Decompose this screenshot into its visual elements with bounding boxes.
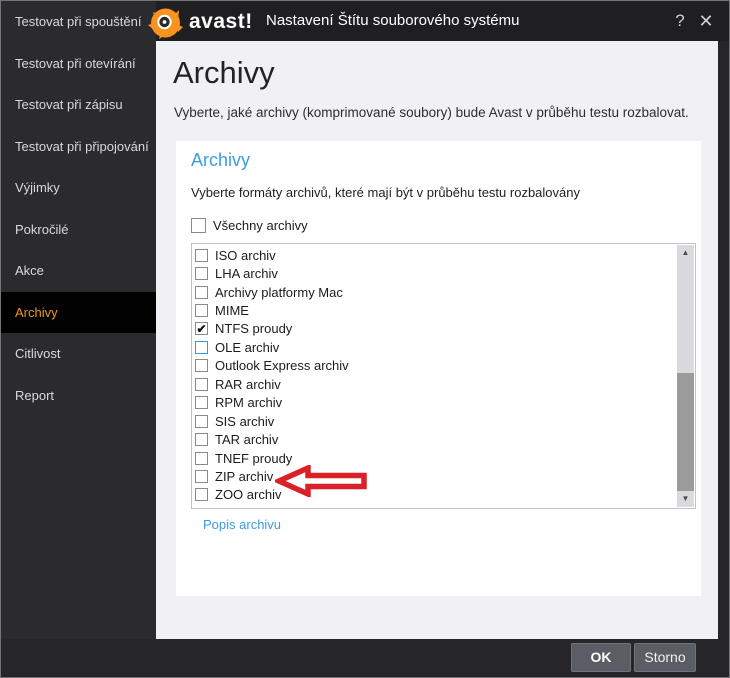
sidebar-item-akce[interactable]: Akce: [1, 250, 156, 292]
archive-checkbox[interactable]: [195, 488, 208, 502]
sidebar-item-pokro-il-[interactable]: Pokročilé: [1, 209, 156, 251]
archive-row[interactable]: TAR archiv: [195, 430, 675, 448]
archive-checkbox[interactable]: [195, 396, 208, 410]
sidebar-item-testovat-p-i-otev-r-n-[interactable]: Testovat při otevírání: [1, 43, 156, 85]
archive-checkbox[interactable]: [195, 248, 208, 262]
archive-label: ZOO archiv: [215, 487, 282, 503]
select-all-checkbox[interactable]: [191, 218, 206, 233]
archive-label: SIS archiv: [215, 413, 275, 429]
panel-title: Archivy: [191, 150, 251, 170]
archive-row[interactable]: LHA archiv: [195, 264, 675, 282]
avast-logo-icon: avast!: [145, 3, 253, 41]
settings-window: Testovat při spouštění Testovat při oteví…: [0, 0, 730, 678]
archive-row[interactable]: Archivy platformy Mac: [195, 283, 675, 301]
title-bar: avast! Nastavení Štítu souborového systé…: [148, 1, 729, 41]
page-description: Vyberte, jaké archivy (komprimované soub…: [174, 105, 689, 120]
archive-label: RPM archiv: [215, 395, 283, 411]
archive-row[interactable]: Outlook Express archiv: [195, 357, 675, 375]
archive-row[interactable]: RPM archiv: [195, 394, 675, 412]
sidebar-item-archivy[interactable]: Archivy: [1, 291, 156, 333]
archive-row[interactable]: TNEF proudy: [195, 449, 675, 467]
archive-label: MIME: [215, 303, 249, 319]
sidebar-item-testovat-p-i-p-ipojov-n-[interactable]: Testovat při připojování: [1, 126, 156, 168]
archive-label: Archivy platformy Mac: [215, 284, 343, 300]
scroll-up-icon[interactable]: ▲: [677, 245, 694, 261]
archive-checkbox[interactable]: [195, 451, 208, 465]
archive-listbox[interactable]: ISO archiv LHA archiv Archivy platformy Ma…: [191, 243, 696, 509]
archive-checkbox[interactable]: [195, 285, 208, 299]
archive-list: ISO archiv LHA archiv Archivy platformy Ma…: [195, 246, 675, 507]
archive-label: Outlook Express archiv: [215, 358, 349, 374]
archive-checkbox[interactable]: [195, 359, 208, 373]
archive-row[interactable]: ZIP archiv: [195, 467, 675, 485]
archive-label: ISO archiv: [215, 247, 276, 263]
help-button[interactable]: ?: [669, 10, 691, 32]
archive-row[interactable]: MIME: [195, 301, 675, 319]
red-arrow-annotation: [272, 463, 369, 499]
archive-checkbox[interactable]: [195, 340, 208, 354]
archive-label: ZIP archiv: [215, 468, 274, 484]
archive-description-link[interactable]: Popis archivu: [203, 517, 281, 532]
archive-checkbox[interactable]: [195, 304, 208, 318]
archive-label: RAR archiv: [215, 376, 281, 392]
archive-row[interactable]: ISO archiv: [195, 246, 675, 264]
archives-panel: Archivy Vyberte formáty archivů, které m…: [176, 141, 701, 596]
scrollbar-thumb[interactable]: [677, 373, 694, 491]
sidebar-item-testovat-p-i-spou-t-n-[interactable]: Testovat při spouštění: [1, 1, 156, 43]
archive-row[interactable]: OLE archiv: [195, 338, 675, 356]
main-content: Archivy Vyberte, jaké archivy (komprimov…: [156, 41, 718, 641]
archive-checkbox[interactable]: ✔: [195, 322, 208, 336]
archive-label: TAR archiv: [215, 432, 279, 448]
sidebar-item-citlivost[interactable]: Citlivost: [1, 333, 156, 375]
page-title: Archivy: [173, 55, 275, 90]
archive-checkbox[interactable]: [195, 267, 208, 281]
window-title: Nastavení Štítu souborového systému: [266, 12, 520, 29]
archive-checkbox[interactable]: [195, 433, 208, 447]
scroll-down-icon[interactable]: ▼: [677, 491, 694, 507]
ok-button[interactable]: OK: [571, 643, 631, 672]
sidebar-item-v-jimky[interactable]: Výjimky: [1, 167, 156, 209]
archive-row[interactable]: ZOO archiv: [195, 486, 675, 504]
archive-label: LHA archiv: [215, 266, 278, 282]
archive-label: OLE archiv: [215, 339, 280, 355]
close-icon[interactable]: ✕: [695, 10, 717, 32]
archive-checkbox[interactable]: [195, 377, 208, 391]
footer-bar: OK Storno: [1, 639, 729, 677]
select-all-row[interactable]: Všechny archivy: [191, 218, 308, 233]
panel-subtitle: Vyberte formáty archivů, které mají být …: [191, 185, 580, 200]
sidebar-item-report[interactable]: Report: [1, 375, 156, 417]
sidebar: Testovat při spouštění Testovat při oteví…: [1, 1, 156, 677]
archive-row[interactable]: ✔ NTFS proudy: [195, 320, 675, 338]
archive-checkbox[interactable]: [195, 469, 208, 483]
archive-row[interactable]: RAR archiv: [195, 375, 675, 393]
archive-label: TNEF proudy: [215, 450, 293, 466]
cancel-button[interactable]: Storno: [634, 643, 696, 672]
brand-text: avast!: [189, 10, 253, 33]
archive-checkbox[interactable]: [195, 414, 208, 428]
archive-row[interactable]: SIS archiv: [195, 412, 675, 430]
archive-label: NTFS proudy: [215, 321, 293, 337]
scrollbar[interactable]: ▲ ▼: [677, 245, 694, 507]
sidebar-item-testovat-p-i-z-pisu[interactable]: Testovat při zápisu: [1, 84, 156, 126]
select-all-label: Všechny archivy: [213, 218, 308, 233]
